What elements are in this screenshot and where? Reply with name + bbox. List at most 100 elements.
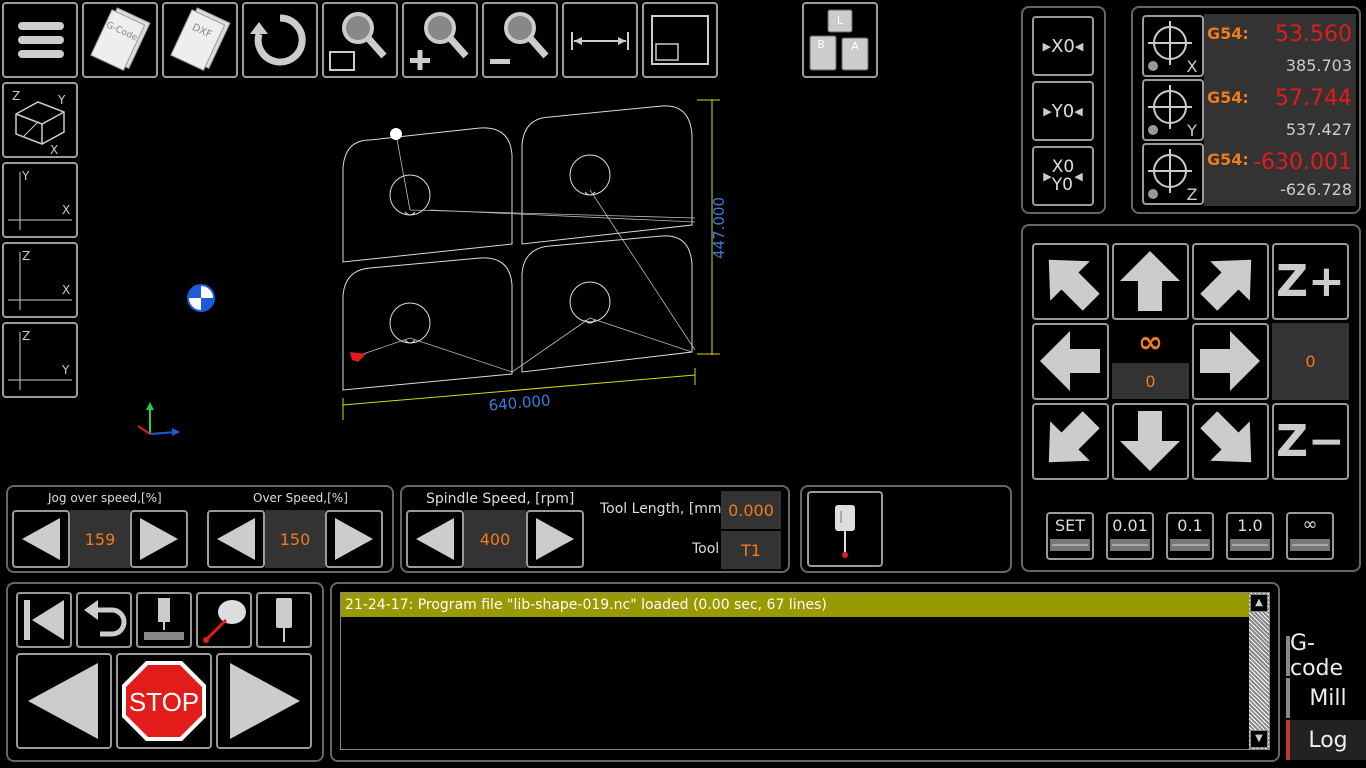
spindle-inc-button[interactable] — [526, 510, 584, 568]
jog-up-button[interactable] — [1112, 243, 1189, 320]
zero-x-button[interactable]: ▶ X0 ◀ — [1032, 16, 1094, 76]
jog-down-right-button[interactable] — [1192, 403, 1269, 480]
stop-button[interactable]: STOP — [116, 653, 212, 749]
z-step-value: 0 — [1272, 323, 1349, 400]
dro-y-work[interactable]: 57.744 — [1275, 86, 1352, 111]
jog-speed-label: Jog over speed,[%] — [48, 491, 162, 505]
spindle-icon — [276, 598, 292, 642]
infinity-label: ∞ — [1138, 324, 1163, 360]
arrow-down-right-icon — [1200, 411, 1252, 463]
run-forward-button[interactable] — [216, 653, 312, 749]
step-001-label: 0.01 — [1112, 516, 1148, 535]
step-set-button[interactable]: SET — [1046, 512, 1094, 560]
measure-button[interactable] — [196, 592, 252, 648]
tool-value[interactable]: T1 — [721, 531, 781, 569]
triangle-right-icon — [140, 518, 178, 560]
tool-length-value[interactable]: 0.000 — [721, 491, 781, 529]
dro-z-work[interactable]: -630.001 — [1253, 150, 1352, 175]
tab-gcode[interactable]: G-code — [1286, 631, 1366, 681]
zero-xy-button[interactable]: ▶ X0 Y0 ◀ — [1032, 146, 1094, 206]
dro-z-machine: -626.728 — [1280, 180, 1352, 199]
arrow-in-icon: ◀ — [1074, 104, 1083, 118]
origin-marker — [187, 284, 215, 312]
arrow-in-icon: ▶ — [1042, 39, 1052, 53]
step-10-button[interactable]: 1.0 — [1226, 512, 1274, 560]
ruler-icon — [1290, 539, 1330, 551]
log-scrollbar[interactable] — [1249, 593, 1269, 749]
over-speed-dec-button[interactable] — [207, 510, 265, 568]
spindle-toggle-button[interactable] — [256, 592, 312, 648]
arrow-in-icon: ▶ — [1043, 104, 1052, 118]
zero-y-label: Y0 — [1051, 100, 1075, 122]
play-icon — [230, 663, 300, 739]
jog-step-box[interactable]: ∞ 0 — [1112, 323, 1189, 400]
toolpath-canvas[interactable]: 640.000 447.000 — [0, 0, 1010, 480]
dro-x-work[interactable]: 53.560 — [1275, 22, 1352, 47]
over-speed-label: Over Speed,[%] — [253, 491, 348, 505]
dro-y-row: G54: 57.744 537.427 — [1131, 78, 1356, 142]
step-01-button[interactable]: 0.1 — [1166, 512, 1214, 560]
arrow-up-icon — [1120, 251, 1180, 311]
dim-height-label: 447.000 — [710, 197, 728, 259]
tool-label: Tool — [692, 541, 720, 557]
step-set-label: SET — [1054, 516, 1086, 535]
over-speed-value: 150 — [265, 510, 325, 568]
jog-left-button[interactable] — [1032, 323, 1109, 400]
arrow-in-icon: ◀ — [1074, 169, 1083, 183]
start-point-marker — [390, 128, 402, 140]
jog-speed-dec-button[interactable] — [12, 510, 70, 568]
jog-speed-inc-button[interactable] — [130, 510, 188, 568]
measure-icon — [203, 600, 246, 643]
spindle-dec-button[interactable] — [406, 510, 464, 568]
triangle-left-icon — [217, 518, 255, 560]
probe-button[interactable] — [807, 491, 883, 567]
jog-right-button[interactable] — [1192, 323, 1269, 400]
arrow-right-icon — [1200, 331, 1260, 391]
dim-width-label: 640.000 — [488, 391, 551, 414]
ruler-icon — [1050, 539, 1090, 551]
arrow-down-icon — [1120, 411, 1180, 471]
arrow-in-icon: ◀ — [1074, 39, 1084, 53]
play-back-icon — [28, 663, 98, 739]
z-minus-label: Z− — [1276, 416, 1345, 467]
step-value: 0 — [1112, 363, 1189, 399]
rewind-button[interactable] — [16, 592, 72, 648]
arrow-left-icon — [1040, 331, 1100, 391]
undo-button[interactable] — [76, 592, 132, 648]
ruler-icon — [1230, 539, 1270, 551]
spindle-speed-value: 400 — [464, 510, 526, 568]
step-inf-button[interactable]: ∞ — [1286, 512, 1334, 560]
jog-down-button[interactable] — [1112, 403, 1189, 480]
scroll-down-button[interactable]: ▼ — [1250, 730, 1268, 748]
scroll-up-button[interactable]: ▲ — [1250, 594, 1268, 612]
step-001-button[interactable]: 0.01 — [1106, 512, 1154, 560]
zero-y-button[interactable]: ▶ Y0 ◀ — [1032, 81, 1094, 141]
jog-z-plus-button[interactable]: Z+ — [1272, 243, 1349, 320]
ruler-icon — [1170, 539, 1210, 551]
tool-surface-button[interactable] — [136, 592, 192, 648]
triangle-right-icon — [335, 518, 373, 560]
zero-x-label: X0 — [1051, 35, 1075, 57]
tool-length-label: Tool Length, [mm] — [600, 501, 728, 517]
dro-x-machine: 385.703 — [1285, 56, 1352, 75]
jog-z-minus-button[interactable]: Z− — [1272, 403, 1349, 480]
run-back-button[interactable] — [16, 653, 112, 749]
step-01-label: 0.1 — [1177, 516, 1203, 535]
over-speed-inc-button[interactable] — [325, 510, 383, 568]
jog-up-left-button[interactable] — [1032, 243, 1109, 320]
jog-down-left-button[interactable] — [1032, 403, 1109, 480]
arrow-up-left-icon — [1048, 259, 1100, 311]
probe-icon — [835, 505, 855, 558]
dro-x-wcs: G54: — [1207, 24, 1249, 43]
log-area[interactable]: 21-24-17: Program file "lib-shape-019.nc… — [340, 592, 1270, 750]
dro-y-wcs: G54: — [1207, 88, 1249, 107]
zero-xy-label-x: X0 — [1051, 157, 1075, 177]
dro-z-row: G54: -630.001 -626.728 — [1131, 142, 1356, 206]
tab-mill[interactable]: Mill — [1286, 678, 1366, 718]
axis-gizmo — [137, 402, 180, 436]
jog-speed-value: 159 — [70, 510, 130, 568]
dro-z-wcs: G54: — [1207, 150, 1249, 169]
tab-log[interactable]: Log — [1286, 720, 1366, 760]
ruler-icon — [1110, 539, 1150, 551]
jog-up-right-button[interactable] — [1192, 243, 1269, 320]
